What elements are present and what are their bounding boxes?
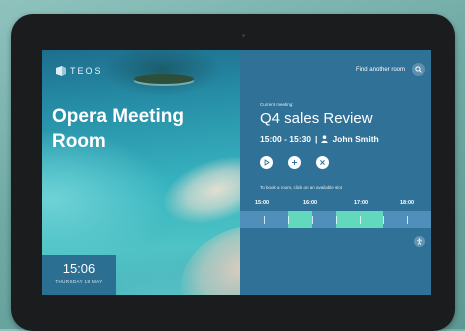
meeting-time: 15:00 - 15:30 <box>260 134 312 144</box>
logo-text: TEOS <box>70 66 103 76</box>
find-another-room-link[interactable]: Find another room <box>356 67 405 73</box>
island-image <box>134 74 194 84</box>
timeline-tick <box>264 216 265 224</box>
timeline-tick <box>383 216 384 224</box>
clock-date: THURSDAY 18 MAY <box>55 279 103 284</box>
available-slot[interactable] <box>288 211 312 228</box>
close-icon <box>320 160 325 165</box>
timeline-tick <box>360 216 361 224</box>
search-button[interactable] <box>412 63 425 76</box>
timeline-tick <box>336 216 337 224</box>
extend-meeting-button[interactable] <box>288 156 301 169</box>
room-photo: TEOS Opera Meeting Room 15:06 THURSDAY 1… <box>42 50 240 295</box>
current-meeting-label: Current meeting: <box>260 102 294 107</box>
meeting-actions <box>260 156 329 169</box>
sandbar-image <box>155 144 240 236</box>
meeting-info: 15:00 - 15:30 | John Smith <box>260 134 379 144</box>
booking-timeline: 15:00 16:00 17:00 18:00 <box>240 198 431 238</box>
person-icon <box>321 135 329 143</box>
meeting-separator: | <box>315 134 318 144</box>
timeline-tick <box>312 216 313 224</box>
timeline-tick <box>407 216 408 224</box>
accessibility-button[interactable] <box>414 236 425 247</box>
hour-label: 17:00 <box>354 200 369 206</box>
logo-mark-icon <box>56 66 66 76</box>
hour-label: 16:00 <box>303 200 318 206</box>
booking-hint: To book a room, click on an available sl… <box>260 185 343 190</box>
timeline-track[interactable] <box>240 211 431 228</box>
meeting-panel: Find another room Current meeting: Q4 sa… <box>240 50 431 295</box>
start-meeting-button[interactable] <box>260 156 273 169</box>
clock-time: 15:06 <box>62 261 96 276</box>
hour-label: 18:00 <box>400 200 415 206</box>
room-display-screen: TEOS Opera Meeting Room 15:06 THURSDAY 1… <box>42 50 431 295</box>
clock: 15:06 THURSDAY 18 MAY <box>42 255 116 295</box>
timeline-hours: 15:00 16:00 17:00 18:00 <box>240 198 431 208</box>
end-meeting-button[interactable] <box>316 156 329 169</box>
meeting-title: Q4 sales Review <box>260 110 373 127</box>
hour-label: 15:00 <box>255 200 270 206</box>
camera-dot <box>242 34 245 37</box>
room-name: Opera Meeting Room <box>52 106 184 152</box>
timeline-tick <box>288 216 289 224</box>
plus-icon <box>292 160 297 165</box>
meeting-organizer: John Smith <box>332 134 379 144</box>
accessibility-icon <box>417 238 422 245</box>
play-icon <box>264 159 270 166</box>
teos-logo: TEOS <box>56 66 103 76</box>
search-icon <box>415 66 422 73</box>
